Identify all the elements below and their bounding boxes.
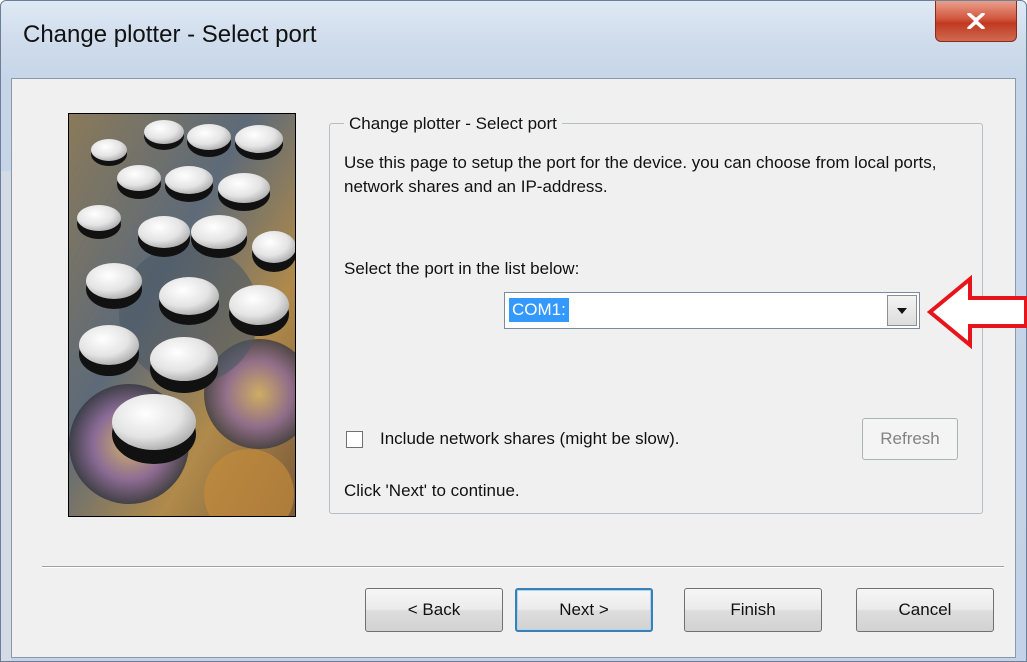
port-combobox[interactable]: COM1: <box>504 292 920 329</box>
dialog-client-area: Change plotter - Select port Use this pa… <box>11 78 1027 658</box>
port-dropdown-button[interactable] <box>887 295 917 326</box>
finish-button[interactable]: Finish <box>684 588 822 632</box>
network-shares-checkbox[interactable] <box>346 431 363 448</box>
port-combobox-value: COM1: <box>509 298 569 322</box>
chevron-down-icon <box>896 302 908 320</box>
back-button[interactable]: < Back <box>365 588 503 632</box>
title-bar[interactable]: Change plotter - Select port <box>1 1 1026 77</box>
cancel-button[interactable]: Cancel <box>856 588 994 632</box>
network-shares-label[interactable]: Include network shares (might be slow). <box>380 429 680 449</box>
footer-separator <box>42 566 1004 568</box>
close-icon <box>967 13 985 29</box>
description-text: Use this page to setup the port for the … <box>344 153 937 196</box>
refresh-button[interactable]: Refresh <box>862 418 958 460</box>
dialog-window: Change plotter - Select port Change plot… <box>0 0 1027 662</box>
window-title: Change plotter - Select port <box>23 21 317 48</box>
select-port-label: Select the port in the list below: <box>344 259 580 278</box>
continue-hint: Click 'Next' to continue. <box>344 481 520 500</box>
window-left-edge <box>1 171 11 661</box>
close-button[interactable] <box>935 1 1017 42</box>
left-arrow-annotation <box>924 274 1027 350</box>
next-button[interactable]: Next > <box>515 588 653 632</box>
wizard-image <box>68 113 296 517</box>
group-legend: Change plotter - Select port <box>344 114 562 134</box>
